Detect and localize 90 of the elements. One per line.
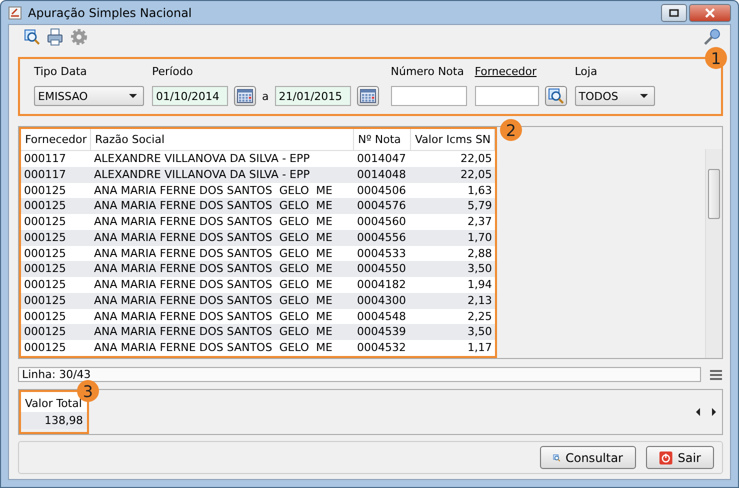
table-cell-text: ALEXANDRE VILLANOVA DA SILVA - EPP — [93, 166, 311, 183]
table-cell-text: 22,05 — [460, 166, 493, 183]
close-icon — [704, 8, 716, 18]
table-cell-text: 000125 — [23, 324, 67, 340]
table-cell-text: ANA MARIA FERNE DOS SANTOS GELO ME — [93, 308, 334, 324]
table-cell-text: 0004560 — [356, 214, 407, 230]
app-icon — [8, 6, 22, 20]
field-label: Período — [152, 65, 194, 78]
table-cell-text: 000125 — [23, 198, 67, 214]
callout-badge: 2 — [500, 119, 522, 141]
exit-button[interactable]: Sair — [646, 446, 714, 469]
table-cell-text: 5,79 — [466, 198, 493, 214]
table-cell-text: ANA MARIA FERNE DOS SANTOS GELO ME — [93, 277, 334, 293]
calendar-icon — [237, 89, 253, 103]
table-cell-text: ANA MARIA FERNE DOS SANTOS GELO ME — [93, 261, 334, 278]
close-button[interactable] — [689, 4, 731, 22]
table-cell-text: 2,13 — [466, 292, 493, 309]
table-cell-text: 3,50 — [466, 324, 493, 340]
table-cell-text: 000125 — [23, 214, 67, 230]
table-cell-text: 0004548 — [356, 308, 407, 324]
supplier-link[interactable]: Fornecedor — [474, 65, 567, 78]
restore-button[interactable] — [661, 4, 687, 22]
table-cell-text: ANA MARIA FERNE DOS SANTOS GELO ME — [93, 198, 334, 214]
window-title: Apuração Simples Nacional — [28, 6, 193, 20]
table-cell-text: 000125 — [23, 230, 67, 246]
power-icon — [659, 450, 673, 466]
calendar-button[interactable] — [356, 86, 379, 106]
table-cell-text: 2,25 — [466, 308, 493, 324]
table-cell-text: 0004550 — [356, 261, 407, 278]
table-cell-text: ANA MARIA FERNE DOS SANTOS GELO ME — [93, 182, 334, 198]
table-cell-text: ANA MARIA FERNE DOS SANTOS GELO ME — [93, 340, 334, 356]
invoice-number-field[interactable] — [390, 86, 467, 106]
field-label: Tipo Data — [34, 65, 88, 78]
range-separator: a — [262, 90, 269, 102]
table-cell-text: 0004506 — [356, 182, 407, 198]
dropdown-arrow-icon — [640, 94, 648, 98]
table-cell-text: 1,17 — [466, 340, 493, 356]
menu-icon[interactable] — [709, 368, 723, 380]
table-cell-text: 0014047 — [356, 151, 407, 167]
table-cell-text: 000125 — [23, 261, 67, 278]
start-date-field[interactable]: 01/10/2014 — [152, 86, 228, 106]
restore-icon — [669, 8, 679, 16]
table-cell-text: 1,94 — [466, 277, 493, 293]
table-cell-text: 000125 — [23, 340, 67, 356]
calendar-button[interactable] — [234, 86, 256, 106]
printer-icon[interactable] — [46, 28, 64, 46]
table-cell-text: ANA MARIA FERNE DOS SANTOS GELO ME — [93, 214, 334, 230]
table-cell-text: 0004556 — [356, 230, 407, 246]
table-cell-text: 0004182 — [356, 277, 407, 293]
search-icon — [24, 29, 40, 45]
table-cell-text: 0004300 — [356, 292, 407, 309]
table-cell-text: 000125 — [23, 277, 67, 293]
table-cell-text: ANA MARIA FERNE DOS SANTOS GELO ME — [93, 324, 334, 340]
table-cell-text: 2,88 — [466, 246, 493, 262]
table-cell-text: 000125 — [23, 308, 67, 324]
table-cell-text: 2,37 — [466, 214, 493, 230]
table-cell-text: 000125 — [23, 292, 67, 309]
table-cell-text: 000117 — [23, 166, 67, 183]
dropdown-arrow-icon — [129, 94, 137, 98]
table-cell-text: ANA MARIA FERNE DOS SANTOS GELO ME — [93, 246, 334, 262]
table-cell-text: ANA MARIA FERNE DOS SANTOS GELO ME — [93, 230, 334, 246]
date-type-dropdown[interactable]: EMISSAO — [34, 86, 144, 106]
row-status: Linha: 30/43 — [18, 367, 701, 382]
search-button[interactable] — [544, 86, 567, 106]
table-cell-text: 0004533 — [356, 246, 407, 262]
table-cell-text: 000125 — [23, 182, 67, 198]
table-cell-text: 1,63 — [466, 182, 493, 198]
table-cell-text: 000125 — [23, 246, 67, 262]
supplier-field[interactable] — [474, 86, 539, 106]
table-cell-text: 1,70 — [466, 230, 493, 246]
callout-badge: 1 — [705, 47, 727, 69]
table-cell-text: 0014048 — [356, 166, 407, 183]
field-label: Loja — [574, 65, 598, 78]
table-cell-text: 3,50 — [466, 261, 493, 278]
table-cell-text: ANA MARIA FERNE DOS SANTOS GELO ME — [93, 292, 334, 309]
vertical-scrollbar[interactable] — [705, 149, 722, 358]
search-button[interactable]: Consultar — [540, 446, 636, 469]
table-cell-text: 0004576 — [356, 198, 407, 214]
scroll-arrows-icon[interactable] — [694, 407, 718, 417]
field-label: Número Nota — [390, 65, 465, 78]
table-cell-text: 22,05 — [460, 151, 493, 167]
total-value: 138,98 — [21, 412, 87, 429]
table-cell-text: 000117 — [23, 151, 67, 167]
table-cell-text: ALEXANDRE VILLANOVA DA SILVA - EPP — [93, 151, 311, 167]
end-date-field[interactable]: 21/01/2015 — [274, 86, 351, 106]
table-cell-text: 0004532 — [356, 340, 407, 356]
search-icon — [548, 88, 564, 104]
store-dropdown[interactable]: TODOS — [574, 86, 655, 106]
calendar-icon — [360, 89, 376, 103]
table-cell-text: 0004539 — [356, 324, 407, 340]
